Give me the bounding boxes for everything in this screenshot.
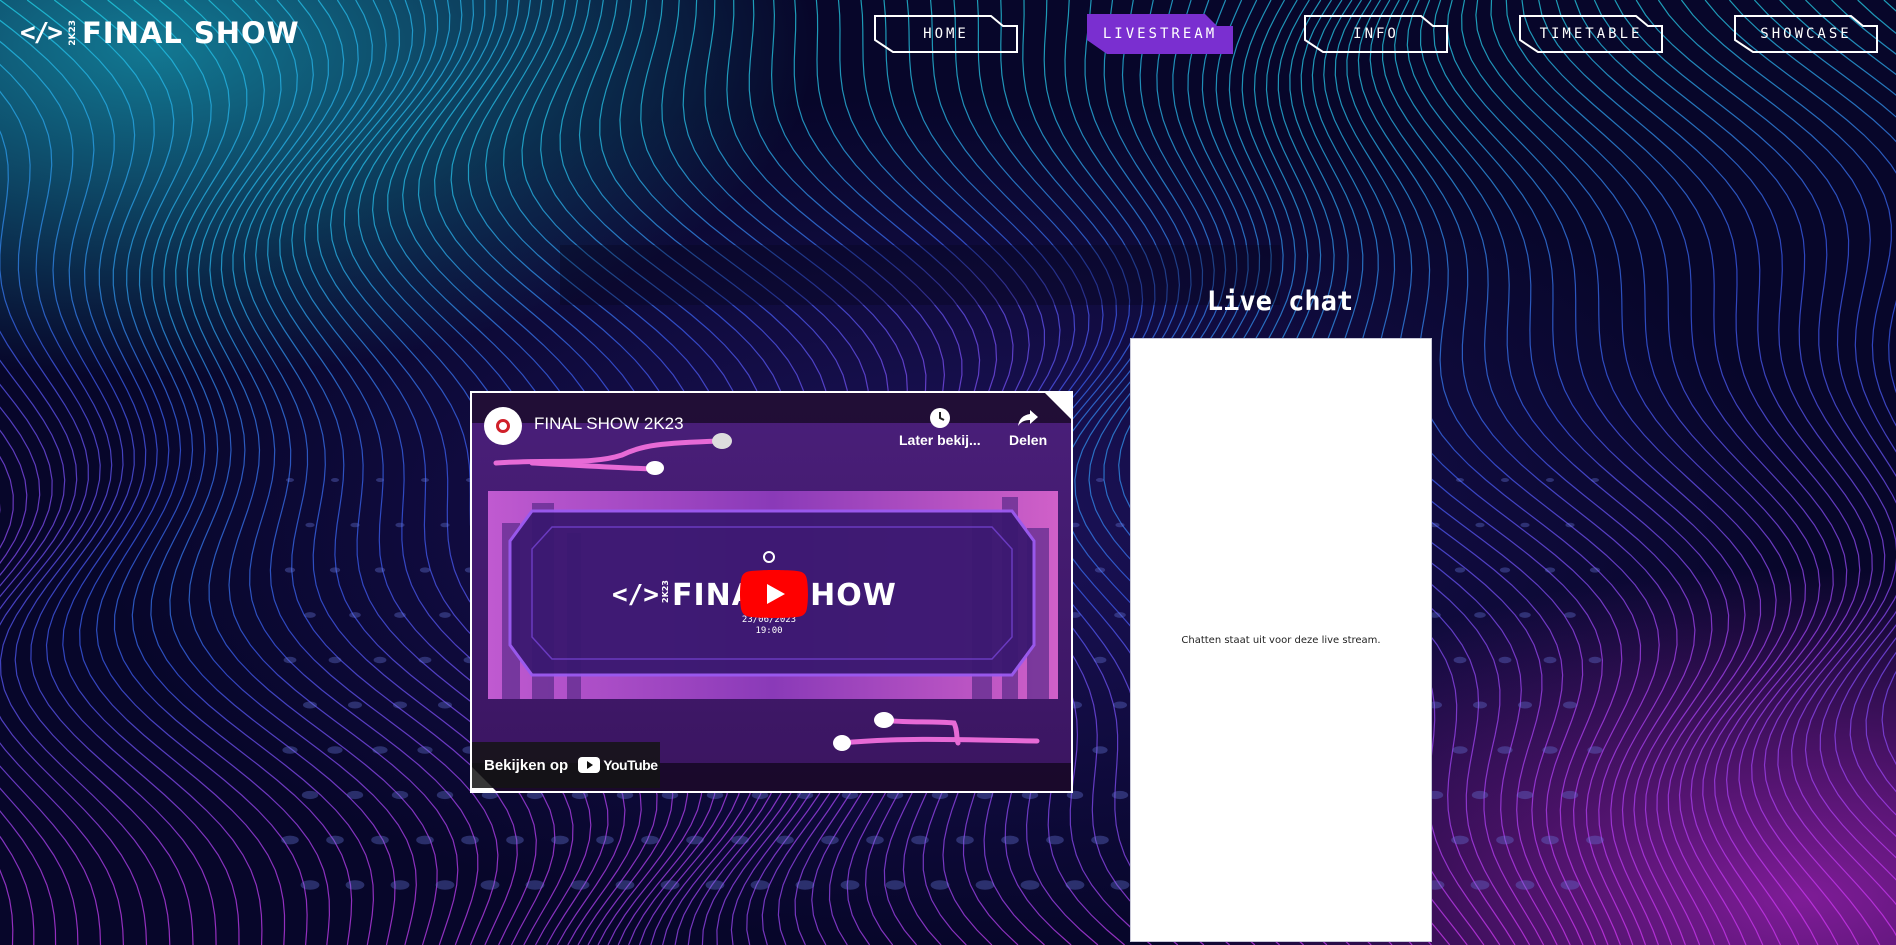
watch-on-label: Bekijken op — [484, 756, 569, 774]
youtube-embed[interactable]: </> 2K23 FINAL SHOW 23/06/2023 19:00 FIN… — [470, 391, 1073, 793]
nav-info[interactable]: INFO — [1303, 14, 1449, 54]
nav-home[interactable]: HOME — [873, 14, 1019, 54]
live-chat-panel[interactable]: Chatten staat uit voor deze live stream. — [1130, 338, 1432, 942]
video-title[interactable]: FINAL SHOW 2K23 — [534, 414, 684, 434]
share-button[interactable]: Delen — [1009, 407, 1047, 448]
thumb-logo-code: </> — [612, 580, 659, 610]
thumb-time: 19:00 — [755, 626, 782, 636]
chat-disabled-message: Chatten staat uit voor deze live stream. — [1181, 634, 1381, 646]
watch-later-button[interactable]: Later bekij... — [899, 407, 981, 448]
share-label: Delen — [1009, 432, 1048, 448]
nav-livestream[interactable]: LIVESTREAM — [1087, 14, 1233, 54]
nav-showcase[interactable]: SHOWCASE — [1733, 14, 1879, 54]
youtube-logo-icon: YouTube — [578, 757, 658, 773]
clock-icon — [929, 408, 950, 428]
thumb-logo-year: 2K23 — [661, 580, 670, 603]
nav-timetable[interactable]: TIMETABLE — [1518, 14, 1664, 54]
nav-home-label: HOME — [923, 26, 969, 42]
corner-tr-decor — [1045, 393, 1071, 419]
nav-timetable-label: TIMETABLE — [1539, 26, 1643, 42]
nav-info-label: INFO — [1353, 26, 1399, 42]
channel-avatar[interactable] — [484, 407, 522, 445]
play-button[interactable] — [740, 570, 808, 618]
watch-later-label: Later bekij... — [899, 432, 981, 448]
watch-on-youtube-button[interactable]: Bekijken op YouTube — [472, 742, 660, 788]
nav-showcase-label: SHOWCASE — [1760, 26, 1852, 42]
youtube-wordmark: YouTube — [603, 757, 658, 773]
live-chat-title: Live chat — [1206, 286, 1354, 317]
share-icon — [1018, 410, 1039, 426]
nav-livestream-label: LIVESTREAM — [1102, 26, 1218, 42]
main-navigation: HOME LIVESTREAM INFO TIMETABLE SHOWCASE — [0, 14, 1896, 56]
